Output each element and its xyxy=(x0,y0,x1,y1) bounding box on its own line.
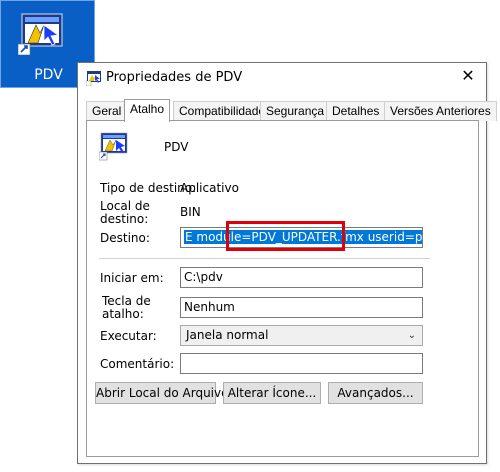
highlight-box xyxy=(226,221,345,251)
comment-label: Comentário: xyxy=(100,357,175,371)
target-type-value: Aplicativo xyxy=(180,181,239,195)
title-bar[interactable]: Propriedades de PDV ✕ xyxy=(78,63,486,93)
close-icon[interactable]: ✕ xyxy=(458,66,478,88)
target-label: Destino: xyxy=(100,231,150,245)
start-in-label: Iniciar em: xyxy=(100,271,164,285)
chevron-down-icon: ⌄ xyxy=(407,330,416,341)
change-icon-button[interactable]: Alterar Ícone... xyxy=(223,382,321,404)
target-location-label-2: destino: xyxy=(100,212,149,226)
tab-seguranca[interactable]: Segurança xyxy=(260,101,331,121)
start-in-field[interactable]: C:\pdv xyxy=(180,267,423,288)
tab-detalhes[interactable]: Detalhes xyxy=(326,101,386,121)
hotkey-field[interactable]: Nenhum xyxy=(180,297,423,318)
target-location-value: BIN xyxy=(180,205,201,219)
properties-dialog: Propriedades de PDV ✕ Geral Atalho Compa… xyxy=(77,62,497,464)
app-shortcut-icon xyxy=(18,13,63,55)
tab-atalho[interactable]: Atalho xyxy=(124,99,171,122)
hotkey-label-2: atalho: xyxy=(102,307,144,321)
run-label: Executar: xyxy=(100,329,157,343)
target-location-label-1: Local de xyxy=(100,199,150,213)
dialog-title: Propriedades de PDV xyxy=(106,70,243,85)
atalho-panel: PDV Tipo de destino: Aplicativo Local de… xyxy=(86,120,479,457)
separator xyxy=(99,258,430,259)
run-select[interactable]: Janela normal ⌄ xyxy=(180,325,423,346)
tab-geral[interactable]: Geral xyxy=(86,101,128,121)
hotkey-label-1: Tecla de xyxy=(102,294,151,308)
tab-compatibilidade[interactable]: Compatibilidade xyxy=(173,101,272,121)
app-shortcut-icon xyxy=(86,71,101,86)
open-file-location-button[interactable]: Abrir Local do Arquivo xyxy=(95,382,228,404)
comment-field[interactable] xyxy=(180,353,423,374)
run-select-value: Janela normal xyxy=(186,328,269,342)
advanced-button[interactable]: Avançados... xyxy=(328,382,423,404)
shortcut-name: PDV xyxy=(164,140,189,154)
app-shortcut-icon xyxy=(99,132,128,161)
tab-versoes-anteriores[interactable]: Versões Anteriores xyxy=(384,101,497,121)
